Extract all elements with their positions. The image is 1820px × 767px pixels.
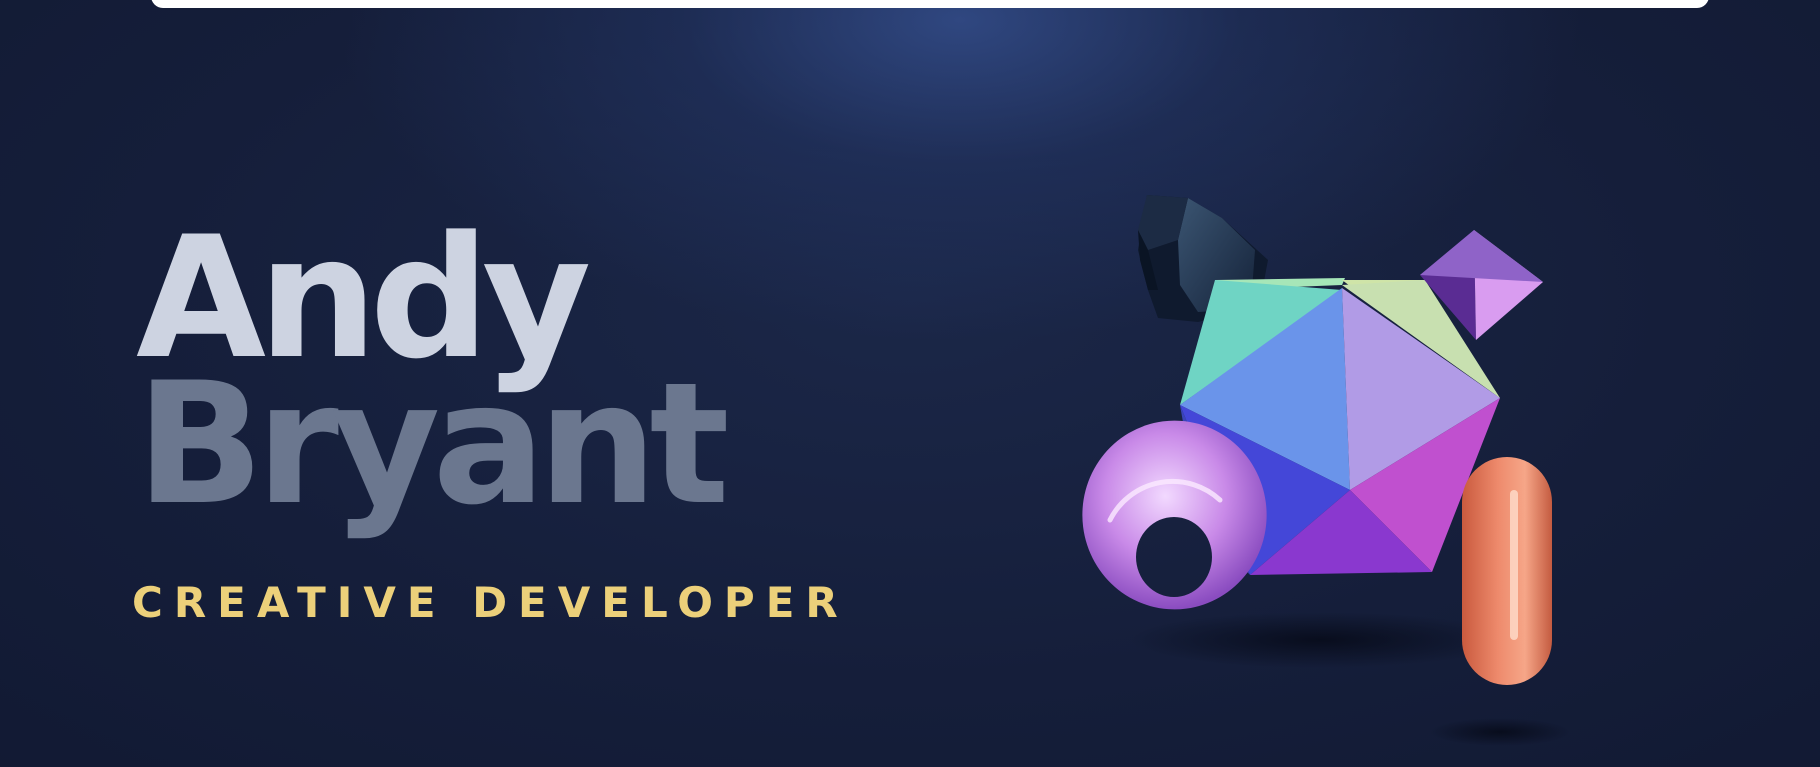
hero-section: Andy Bryant CREATIVE DEVELOPER [0,0,1820,767]
3d-shapes-scene [1082,195,1570,746]
floor-shadow [1130,612,1510,668]
capsule-shadow [1430,718,1570,746]
torus-shape [1082,420,1267,610]
capsule-shape [1462,457,1552,685]
